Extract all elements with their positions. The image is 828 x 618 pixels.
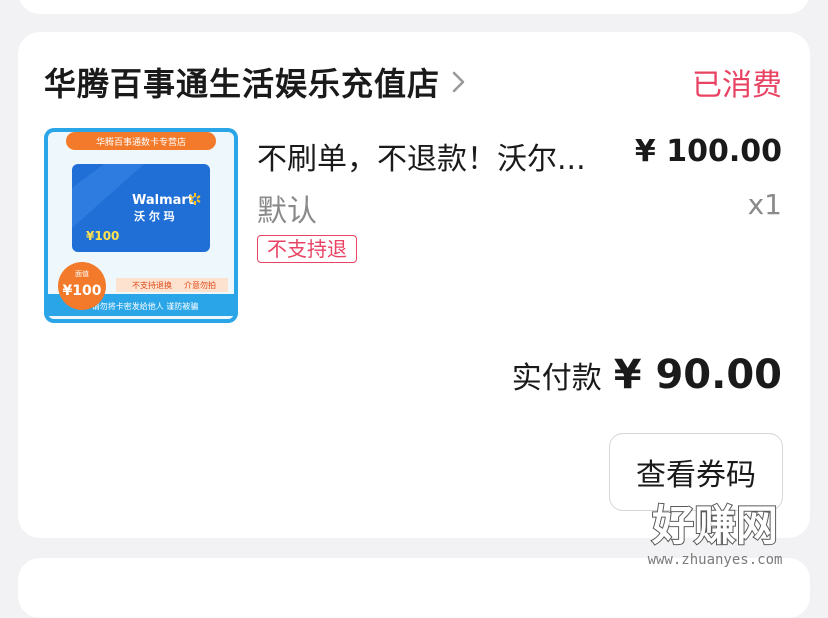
store-name: 华腾百事通生活娱乐充值店 — [44, 65, 441, 103]
walmart-cn: 沃 尔 玛 — [134, 209, 175, 223]
paid-amount-row: 实付款 ¥ 90.00 — [512, 352, 782, 398]
chevron-right-icon — [452, 71, 465, 93]
watermark-url: www.zhuanyes.com — [648, 552, 783, 568]
thumb-badge-value: ¥100 — [63, 283, 102, 299]
thumb-badge-top: 面值 — [75, 269, 89, 278]
store-link[interactable]: 华腾百事通生活娱乐充值店 — [44, 58, 468, 106]
thumb-note-2: 介意勿拍 — [184, 280, 216, 290]
card-value: ¥100 — [86, 229, 119, 243]
order-status: 已消费 — [692, 68, 782, 103]
walmart-wordmark: Walmart — [132, 193, 194, 208]
product-title[interactable]: 不刷单，不退款！沃尔... — [257, 134, 617, 178]
watermark-main: 好赚网 — [651, 501, 778, 550]
no-refund-tag: 不支持退 — [257, 235, 357, 263]
product-thumbnail[interactable]: 华腾百事通数卡专营店 Walmart 沃 尔 玛 ¥100 不支持退换 介意勿拍… — [44, 128, 238, 323]
thumb-banner-text: 华腾百事通数卡专营店 — [96, 136, 186, 148]
paid-label: 实付款 — [511, 361, 602, 396]
paid-amount: ¥ 90.00 — [613, 352, 782, 398]
previous-order-card — [18, 0, 810, 14]
thumb-note-1: 不支持退换 — [132, 280, 172, 290]
product-spec: 默认 — [257, 194, 317, 229]
thumb-note-3: 请勿将卡密发给他人 谨防被骗 — [92, 301, 199, 311]
product-quantity: x1 — [747, 188, 782, 221]
watermark-logo: 好赚网 www.zhuanyes.com — [648, 500, 783, 568]
product-price: ¥ 100.00 — [634, 134, 782, 169]
